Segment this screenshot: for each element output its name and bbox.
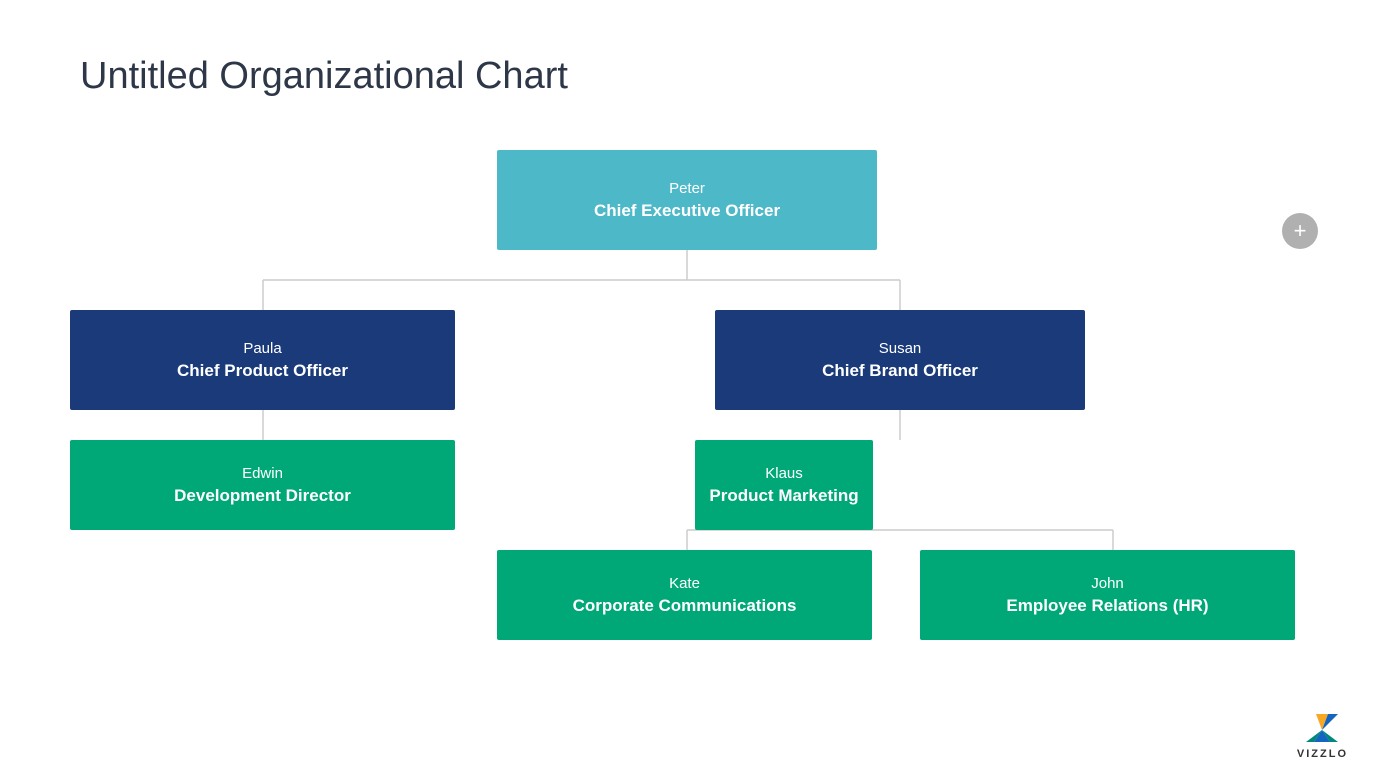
peter-name: Peter [669, 180, 705, 197]
susan-title: Chief Brand Officer [822, 361, 978, 381]
node-paula[interactable]: Paula Chief Product Officer [70, 310, 455, 410]
paula-title: Chief Product Officer [177, 361, 348, 381]
page-title: Untitled Organizational Chart [80, 55, 568, 98]
vizzlo-logo: VIZZLO [1297, 710, 1348, 760]
node-susan[interactable]: Susan Chief Brand Officer [715, 310, 1085, 410]
kate-title: Corporate Communications [573, 596, 797, 616]
node-john[interactable]: John Employee Relations (HR) [920, 550, 1295, 640]
vizzlo-logo-icon [1302, 710, 1342, 746]
node-klaus[interactable]: Klaus Product Marketing [695, 440, 873, 530]
klaus-name: Klaus [765, 465, 803, 482]
susan-name: Susan [879, 340, 922, 357]
edwin-title: Development Director [174, 486, 351, 506]
vizzlo-label: VIZZLO [1297, 748, 1348, 760]
paula-name: Paula [243, 340, 281, 357]
node-kate[interactable]: Kate Corporate Communications [497, 550, 872, 640]
add-button[interactable]: + [1282, 213, 1318, 249]
john-name: John [1091, 575, 1124, 592]
klaus-title: Product Marketing [709, 486, 858, 506]
node-edwin[interactable]: Edwin Development Director [70, 440, 455, 530]
peter-title: Chief Executive Officer [594, 201, 780, 221]
john-title: Employee Relations (HR) [1006, 596, 1208, 616]
edwin-name: Edwin [242, 465, 283, 482]
kate-name: Kate [669, 575, 700, 592]
node-peter[interactable]: Peter Chief Executive Officer [497, 150, 877, 250]
